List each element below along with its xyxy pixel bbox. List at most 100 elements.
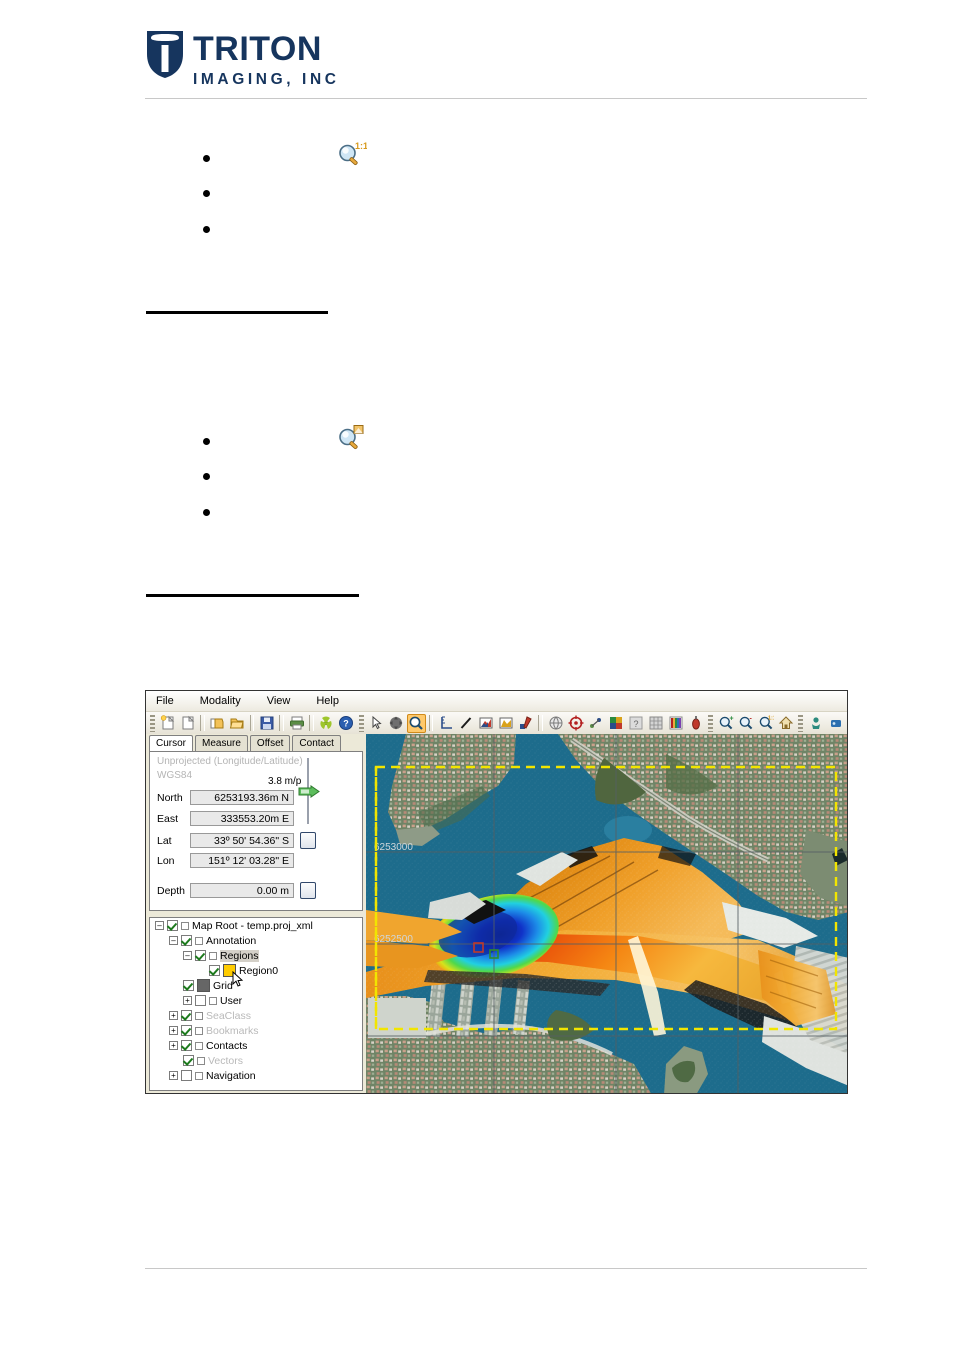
- tree-checkbox[interactable]: [195, 950, 206, 961]
- tree-item-regions[interactable]: – Regions: [150, 948, 362, 963]
- toolbar-separator: [538, 715, 544, 731]
- tree-item-vectors[interactable]: Vectors: [150, 1053, 362, 1068]
- tree-checkbox[interactable]: [181, 935, 192, 946]
- new-project-icon[interactable]: [158, 714, 177, 733]
- svg-text:?: ?: [343, 719, 349, 729]
- tree-item-label: Contacts: [206, 1039, 248, 1052]
- globe-icon[interactable]: [546, 714, 565, 733]
- area-icon[interactable]: [496, 714, 515, 733]
- map-view[interactable]: 6253000 6252500: [366, 734, 847, 1093]
- expander-minus-icon[interactable]: –: [169, 936, 178, 945]
- expander-plus-icon[interactable]: +: [169, 1011, 178, 1020]
- tree-item-label: Map Root - temp.proj_xml: [192, 919, 313, 932]
- print-icon[interactable]: [287, 714, 306, 733]
- grid-icon[interactable]: [646, 714, 665, 733]
- help-icon[interactable]: ?: [337, 714, 356, 733]
- tree-checkbox[interactable]: [181, 1025, 192, 1036]
- bullet-point: [203, 226, 210, 233]
- zoom-one-to-one-icon[interactable]: 1:1: [756, 714, 775, 733]
- measure-icon[interactable]: [436, 714, 455, 733]
- open-folder-icon[interactable]: [228, 714, 247, 733]
- depth-value[interactable]: 0.00 m: [190, 883, 294, 898]
- tree-checkbox[interactable]: [167, 920, 178, 931]
- header-divider: [145, 98, 867, 99]
- lon-value[interactable]: 151º 12' 03.28" E: [190, 853, 294, 868]
- lat-value[interactable]: 33º 50' 54.36" S: [190, 833, 294, 848]
- expander-plus-icon[interactable]: +: [183, 996, 192, 1005]
- toolbar-grip[interactable]: [150, 714, 155, 732]
- line-icon[interactable]: [456, 714, 475, 733]
- diver-icon[interactable]: [806, 714, 825, 733]
- tab-measure[interactable]: Measure: [195, 735, 248, 751]
- pan-icon[interactable]: [387, 714, 406, 733]
- tree-marker-square: [181, 921, 189, 930]
- grid-label-north-1: 6253000: [374, 842, 413, 853]
- tree-checkbox[interactable]: [195, 995, 206, 1006]
- expander-plus-icon[interactable]: +: [169, 1041, 178, 1050]
- unknown-icon[interactable]: ?: [626, 714, 645, 733]
- tree-checkbox[interactable]: [181, 1070, 192, 1081]
- menu-item-help[interactable]: Help: [316, 695, 339, 707]
- tree-item-seaclass[interactable]: + SeaClass: [150, 1008, 362, 1023]
- tree-checkbox[interactable]: [181, 1010, 192, 1021]
- project-tree[interactable]: – Map Root - temp.proj_xml – Annotation …: [149, 917, 363, 1091]
- tab-offset[interactable]: Offset: [249, 735, 291, 751]
- save-as-icon[interactable]: [208, 714, 227, 733]
- left-panel: Cursor Measure Offset Contact Unprojecte…: [146, 734, 366, 1093]
- toolbar-grip[interactable]: [358, 714, 364, 732]
- expander-minus-icon[interactable]: –: [155, 921, 164, 930]
- palette-icon[interactable]: [606, 714, 625, 733]
- toolbar-grip[interactable]: [708, 714, 714, 732]
- tree-item-user[interactable]: + User: [150, 993, 362, 1008]
- buoy-icon[interactable]: [686, 714, 705, 733]
- north-value[interactable]: 6253193.36m N: [190, 790, 294, 805]
- tree-item-grid[interactable]: Grid: [150, 978, 362, 993]
- zoom-select-icon[interactable]: [406, 713, 426, 733]
- paint-icon[interactable]: [516, 714, 535, 733]
- sonar-mosaic-map[interactable]: 6253000 6252500: [366, 734, 847, 1093]
- tree-checkbox[interactable]: [209, 965, 220, 976]
- menu-item-view[interactable]: View: [267, 695, 291, 707]
- tree-item-bookmarks[interactable]: + Bookmarks: [150, 1023, 362, 1038]
- save-icon[interactable]: [257, 714, 276, 733]
- expander-plus-icon[interactable]: +: [169, 1026, 178, 1035]
- toolbar-grip[interactable]: [798, 714, 804, 732]
- tree-item-label: Grid: [213, 979, 233, 992]
- expander-plus-icon[interactable]: +: [169, 1071, 178, 1080]
- bullet-point: [203, 190, 210, 197]
- expander-minus-icon[interactable]: –: [183, 951, 192, 960]
- section-heading-rule: [146, 311, 328, 314]
- menu-item-modality[interactable]: Modality: [200, 695, 241, 707]
- tab-contact[interactable]: Contact: [292, 735, 341, 751]
- rov-icon[interactable]: [826, 714, 845, 733]
- tree-item-region0[interactable]: Region0: [150, 963, 362, 978]
- home-icon[interactable]: [776, 714, 795, 733]
- depth-options-button[interactable]: [300, 882, 316, 899]
- bullet-point: [203, 438, 210, 445]
- zoom-out-icon[interactable]: -: [736, 714, 755, 733]
- pointer-icon[interactable]: [367, 714, 386, 733]
- lat-lon-toggle-button[interactable]: [300, 832, 316, 849]
- track-icon[interactable]: [586, 714, 605, 733]
- bullet-point: [203, 509, 210, 516]
- east-label: East: [157, 812, 179, 825]
- target-icon[interactable]: [566, 714, 585, 733]
- colorbar-icon[interactable]: [666, 714, 685, 733]
- new-document-icon[interactable]: [178, 714, 197, 733]
- profile-icon[interactable]: [476, 714, 495, 733]
- tree-checkbox[interactable]: [183, 980, 194, 991]
- tree-checkbox[interactable]: [181, 1040, 192, 1051]
- radiation-icon[interactable]: [317, 714, 336, 733]
- zoom-slider-thumb[interactable]: [298, 785, 320, 798]
- tab-cursor[interactable]: Cursor: [149, 735, 194, 752]
- tree-marker-square: [209, 996, 217, 1005]
- tree-item-contacts[interactable]: + Contacts: [150, 1038, 362, 1053]
- tree-item-navigation[interactable]: + Navigation: [150, 1068, 362, 1083]
- tree-color-swatch[interactable]: [197, 979, 210, 992]
- east-value[interactable]: 333553.20m E: [190, 811, 294, 826]
- tree-item-map-root[interactable]: – Map Root - temp.proj_xml: [150, 918, 362, 933]
- tree-checkbox[interactable]: [183, 1055, 194, 1066]
- tree-item-annotation[interactable]: – Annotation: [150, 933, 362, 948]
- menu-item-file[interactable]: File: [156, 695, 174, 707]
- zoom-in-icon[interactable]: +: [716, 714, 735, 733]
